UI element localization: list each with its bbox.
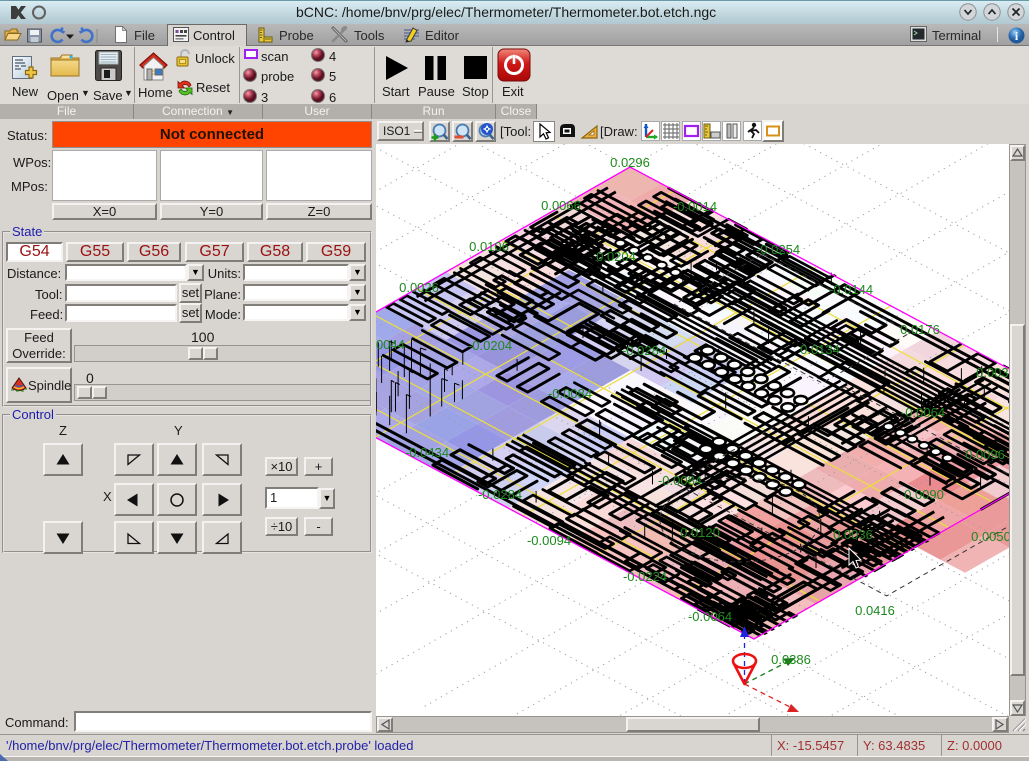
svg-text:0.0134: 0.0134: [800, 342, 840, 357]
svg-text:-0.0064: -0.0064: [688, 609, 732, 624]
svg-text:0.0416: 0.0416: [855, 603, 895, 618]
svg-text:0.0096: 0.0096: [965, 447, 1005, 462]
svg-text:-0.0434: -0.0434: [405, 445, 449, 460]
svg-text:0.0296: 0.0296: [610, 155, 650, 170]
svg-text:0.0026: 0.0026: [399, 280, 439, 295]
svg-text:0.0050: 0.0050: [971, 529, 1009, 544]
svg-text:-0.0064: -0.0064: [901, 405, 945, 420]
svg-text:0.0036: 0.0036: [976, 365, 1009, 380]
svg-text:0.0120: 0.0120: [680, 525, 720, 540]
svg-text:-0.0204: -0.0204: [468, 338, 512, 353]
svg-text:-0.0254: -0.0254: [756, 242, 800, 257]
svg-text:-0.0284: -0.0284: [478, 487, 522, 502]
svg-text:0.0204: 0.0204: [596, 249, 636, 264]
svg-text:-0.0094: -0.0094: [527, 533, 571, 548]
svg-text:0.0036: 0.0036: [833, 527, 873, 542]
svg-text:0.0066: 0.0066: [541, 198, 581, 213]
svg-text:-0.0084: -0.0084: [548, 386, 592, 401]
svg-text:0.0386: 0.0386: [771, 652, 811, 667]
svg-text:0.0090: 0.0090: [904, 487, 944, 502]
svg-text:-0.0224: -0.0224: [623, 569, 667, 584]
svg-text:0.0106: 0.0106: [469, 239, 509, 254]
svg-text:-0.0014: -0.0014: [673, 199, 717, 214]
svg-text:-0.0144: -0.0144: [829, 282, 873, 297]
svg-text:-0.0084: -0.0084: [658, 473, 702, 488]
svg-text:0.0044: 0.0044: [376, 337, 405, 352]
svg-text:-0.0284: -0.0284: [622, 343, 666, 358]
svg-text:0.0176: 0.0176: [900, 322, 940, 337]
